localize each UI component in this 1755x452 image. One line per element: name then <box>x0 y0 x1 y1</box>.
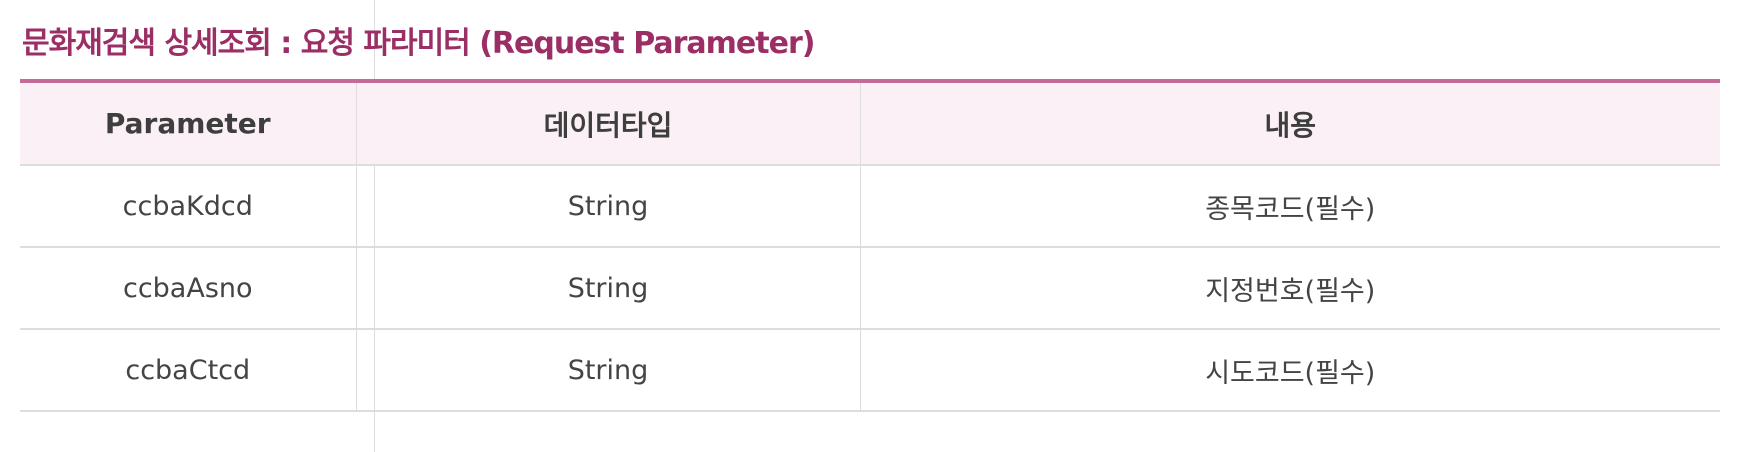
table-header-row: Parameter 데이터타입 내용 <box>20 83 1720 166</box>
cell-description: 시도코드(필수) <box>859 329 1720 412</box>
table-row: ccbaAsno String 지정번호(필수) <box>20 247 1720 330</box>
request-parameter-table: Parameter 데이터타입 내용 ccbaKdcd String 종목코드(… <box>20 83 1720 412</box>
section-title: 문화재검색 상세조회 : 요청 파라미터 (Request Parameter) <box>22 26 815 61</box>
cell-data-type: String <box>355 165 860 248</box>
cell-parameter: ccbaAsno <box>20 247 356 330</box>
request-parameter-table-wrap: Parameter 데이터타입 내용 ccbaKdcd String 종목코드(… <box>20 79 1720 412</box>
header-parameter: Parameter <box>20 83 356 166</box>
table-row: ccbaKdcd String 종목코드(필수) <box>20 165 1720 248</box>
header-data-type: 데이터타입 <box>355 83 860 166</box>
cell-data-type: String <box>355 247 860 330</box>
cell-description: 지정번호(필수) <box>859 247 1720 330</box>
cell-parameter: ccbaKdcd <box>20 165 356 248</box>
cell-data-type: String <box>355 329 860 412</box>
cell-parameter: ccbaCtcd <box>20 329 356 412</box>
page: 문화재검색 상세조회 : 요청 파라미터 (Request Parameter)… <box>0 0 1755 452</box>
table-row: ccbaCtcd String 시도코드(필수) <box>20 329 1720 412</box>
header-description: 내용 <box>859 83 1720 166</box>
cell-description: 종목코드(필수) <box>859 165 1720 248</box>
